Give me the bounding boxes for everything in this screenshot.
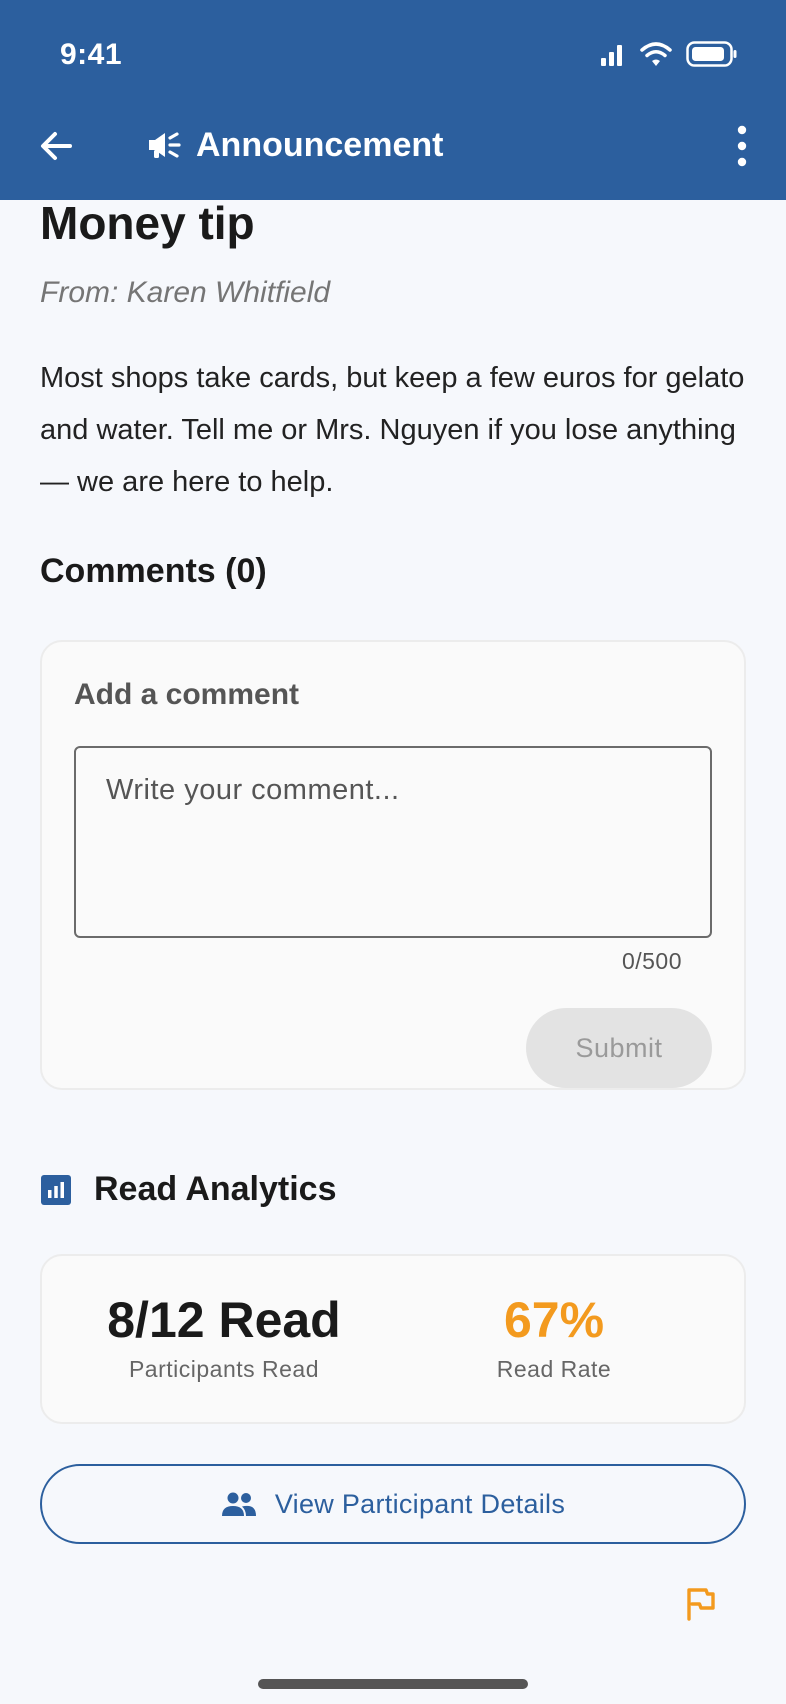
comment-card-title: Add a comment [74,678,300,711]
stat-read-rate: 67% Read Rate [394,1292,714,1383]
people-icon [221,1492,256,1516]
app-bar: 9:41 Announcement [0,0,786,200]
analytics-title: Read Analytics [94,1170,337,1208]
stat-read-label: Participants Read [128,1356,320,1382]
comment-card: Add a comment 0/500 Submit [40,640,746,1090]
arrow-back-icon[interactable] [36,126,76,166]
view-participant-details-button[interactable]: View Participant Details [40,1464,746,1544]
analytics-header: Read Analytics [40,1170,337,1209]
status-time: 9:41 [60,38,123,71]
stats-card: 8/12 Read Participants Read 67% Read Rat… [40,1254,746,1424]
post-body: Most shops take cards, but keep a few eu… [40,362,745,498]
flag-icon[interactable] [682,1586,718,1622]
char-count: 0/500 [621,948,682,974]
post-author: From: Karen Whitfield [40,276,331,309]
submit-button[interactable]: Submit [526,1008,712,1088]
toolbar-title: Announcement [146,120,443,170]
status-bar: 9:41 [0,0,786,110]
more-vert-icon[interactable] [732,124,752,168]
campaign-icon [149,132,181,158]
signal-icon [601,45,622,66]
stat-read-value: 8/12 Read [107,1292,341,1348]
stat-rate-label: Read Rate [496,1356,612,1382]
analytics-icon [41,1174,71,1205]
wifi-icon [640,42,672,66]
home-indicator [258,1679,528,1689]
status-icons [600,40,738,68]
toolbar: Announcement [0,110,786,200]
toolbar-title-text: Announcement [196,125,444,164]
stat-rate-value: 67% [503,1292,605,1348]
battery-icon [686,41,737,67]
post-title: Money tip [40,197,255,249]
comments-title: Comments (0) [40,552,267,590]
stat-participants-read: 8/12 Read Participants Read [64,1292,384,1383]
comment-input[interactable] [74,746,712,938]
view-participant-details-label: View Participant Details [274,1488,566,1519]
